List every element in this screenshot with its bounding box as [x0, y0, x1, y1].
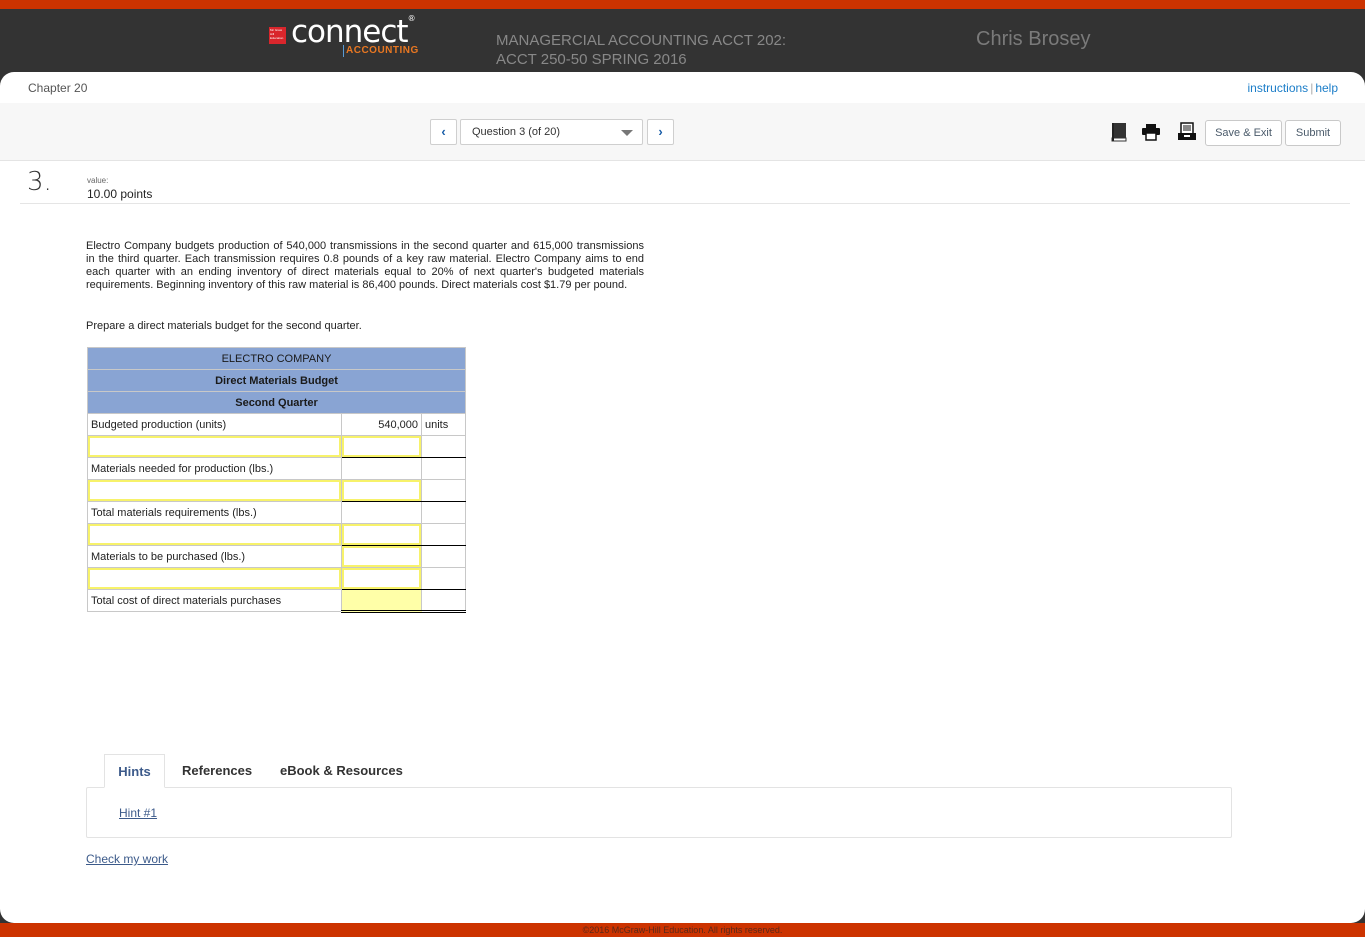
table-row: Total materials requirements (lbs.): [87, 501, 466, 524]
row-value: [341, 457, 422, 480]
table-row: Materials needed for production (lbs.): [87, 457, 466, 480]
question-toolbar: ‹ Question 3 (of 20) › Save & Exit Submi…: [0, 103, 1365, 161]
question-value-label: value:: [87, 176, 109, 185]
copyright-text: ©2016 McGraw-Hill Education. All rights …: [582, 925, 783, 935]
row-value-input[interactable]: [342, 546, 421, 567]
row-label: Budgeted production (units): [87, 413, 342, 436]
chevron-right-icon: ›: [658, 124, 663, 139]
row-value-input[interactable]: [342, 568, 421, 589]
help-link[interactable]: help: [1315, 81, 1338, 95]
app-header: Mc Graw Hill Education connect® ACCOUNTI…: [0, 9, 1365, 72]
save-exit-button[interactable]: Save & Exit: [1205, 120, 1282, 146]
row-label-cell: [87, 479, 342, 502]
row-value-input[interactable]: [342, 436, 421, 457]
budget-period: Second Quarter: [87, 391, 466, 414]
table-row: Total cost of direct materials purchases: [87, 589, 466, 613]
chevron-left-icon: ‹: [441, 124, 446, 139]
table-row: [87, 435, 466, 458]
check-my-work-link[interactable]: Check my work: [86, 852, 168, 866]
course-title: MANAGERCIAL ACCOUNTING ACCT 202: ACCT 25…: [496, 31, 786, 69]
book-icon[interactable]: [1109, 122, 1129, 142]
row-label-cell: [87, 523, 342, 546]
row-unit: [421, 457, 466, 480]
logo-product-name: ACCOUNTING: [343, 45, 419, 57]
row-unit: [421, 523, 466, 546]
row-unit: [421, 545, 466, 568]
row-label-input[interactable]: [88, 480, 341, 501]
table-header-company: ELECTRO COMPANY: [87, 347, 466, 370]
table-row: Materials to be purchased (lbs.): [87, 545, 466, 568]
mcgraw-hill-logo-icon: Mc Graw Hill Education: [269, 27, 286, 44]
question-value: 10.00 points: [87, 187, 153, 201]
hints-panel: Hint #1: [86, 787, 1232, 838]
question-number: 3.: [27, 167, 52, 197]
budget-company: ELECTRO COMPANY: [87, 347, 466, 370]
row-unit: [421, 435, 466, 458]
row-value: 540,000: [341, 413, 422, 436]
table-row: [87, 523, 466, 546]
archive-icon[interactable]: [1177, 122, 1197, 142]
row-label-input[interactable]: [88, 568, 341, 589]
row-label: Total materials requirements (lbs.): [87, 501, 342, 524]
row-value-input[interactable]: [342, 524, 421, 545]
connect-logo: Mc Graw Hill Education connect® ACCOUNTI…: [269, 14, 429, 60]
instructions-link[interactable]: instructions: [1247, 81, 1308, 95]
tab-references[interactable]: References: [182, 754, 252, 788]
row-label: Materials to be purchased (lbs.): [87, 545, 342, 568]
course-title-line1: MANAGERCIAL ACCOUNTING ACCT 202:: [496, 32, 787, 49]
previous-question-button[interactable]: ‹: [430, 119, 457, 145]
registered-mark: ®: [407, 14, 416, 23]
row-value-cell: [341, 523, 422, 546]
next-question-button[interactable]: ›: [647, 119, 674, 145]
row-label-cell: [87, 435, 342, 458]
print-icon[interactable]: [1141, 122, 1161, 142]
row-label-cell: [87, 567, 342, 590]
top-brand-stripe: [0, 0, 1365, 9]
caret-down-icon: [621, 130, 633, 136]
submit-button[interactable]: Submit: [1285, 120, 1341, 146]
problem-text: Electro Company budgets production of 54…: [86, 240, 644, 291]
row-label: Total cost of direct materials purchases: [87, 589, 342, 612]
table-header-title: Direct Materials Budget: [87, 369, 466, 392]
row-value-cell: [341, 435, 422, 458]
row-label-input[interactable]: [88, 436, 341, 457]
total-cost-value: [341, 589, 422, 613]
table-header-period: Second Quarter: [87, 391, 466, 414]
row-unit: [421, 479, 466, 502]
row-value: [341, 501, 422, 524]
assignment-page: Chapter 20 instructions | help ‹ Question …: [0, 72, 1365, 923]
row-label: Materials needed for production (lbs.): [87, 457, 342, 480]
hint-1-link[interactable]: Hint #1: [119, 806, 157, 820]
course-title-line2: ACCT 250-50 SPRING 2016: [496, 51, 687, 68]
row-unit: [421, 589, 466, 613]
row-value-cell: [341, 545, 422, 568]
help-links: instructions | help: [1247, 81, 1338, 95]
question-select-value: Question 3 (of 20): [472, 126, 561, 138]
link-separator: |: [1310, 81, 1314, 95]
row-unit: [421, 501, 466, 524]
row-value-cell: [341, 567, 422, 590]
tab-ebook-resources[interactable]: eBook & Resources: [280, 754, 403, 788]
table-row: Budgeted production (units) 540,000 unit…: [87, 413, 466, 436]
footer: ©2016 McGraw-Hill Education. All rights …: [0, 923, 1365, 937]
budget-title: Direct Materials Budget: [87, 369, 466, 392]
table-row: [87, 479, 466, 502]
table-row: [87, 567, 466, 590]
tab-hints[interactable]: Hints: [104, 754, 165, 788]
row-value-cell: [341, 479, 422, 502]
user-name: Chris Brosey: [976, 28, 1091, 50]
row-label-input[interactable]: [88, 524, 341, 545]
question-divider: [20, 203, 1350, 204]
chapter-label: Chapter 20: [28, 81, 88, 95]
row-value-input[interactable]: [342, 480, 421, 501]
row-unit: [421, 567, 466, 590]
row-unit: units: [421, 413, 466, 436]
question-select[interactable]: Question 3 (of 20): [460, 119, 643, 145]
problem-instruction: Prepare a direct materials budget for th…: [86, 320, 362, 332]
direct-materials-budget-table: ELECTRO COMPANY Direct Materials Budget …: [87, 347, 466, 613]
